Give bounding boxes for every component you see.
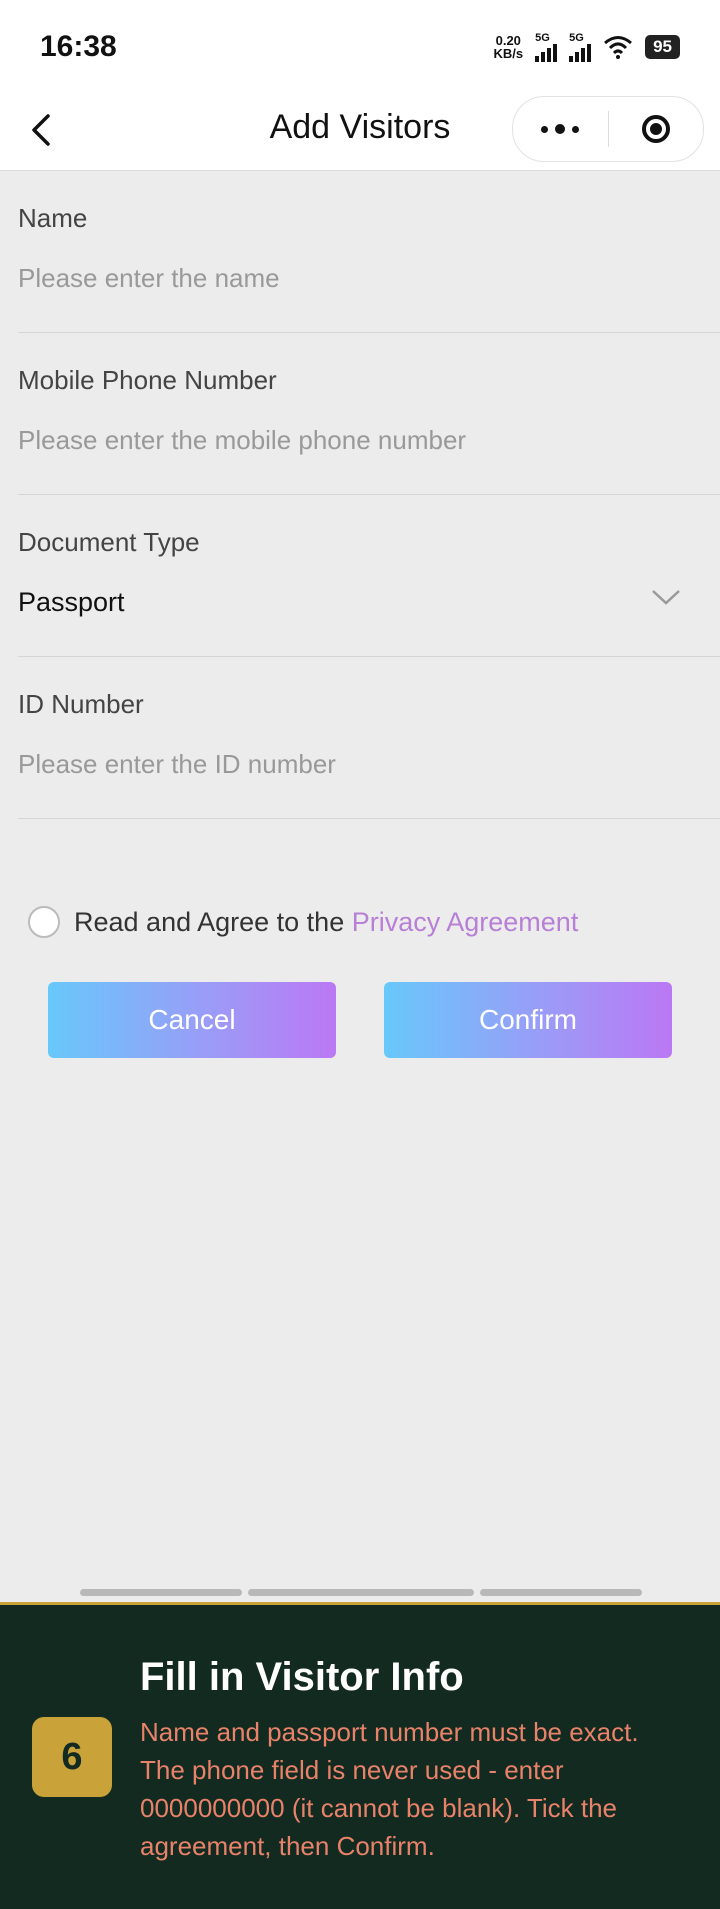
cancel-button[interactable]: Cancel: [48, 982, 336, 1058]
privacy-agreement-link[interactable]: Privacy Agreement: [352, 907, 579, 937]
visitor-form: Name Mobile Phone Number Document Type P…: [0, 171, 720, 819]
document-type-field[interactable]: Document Type Passport: [18, 495, 720, 657]
progress-segment: [480, 1589, 642, 1596]
id-number-field: ID Number: [18, 657, 720, 819]
phone-label: Mobile Phone Number: [18, 365, 277, 395]
phone-field: Mobile Phone Number: [18, 333, 720, 495]
mini-program-capsule: [512, 96, 704, 162]
name-input[interactable]: [18, 263, 698, 294]
status-indicators: 0.20 KB/s 5G 5G 95: [493, 32, 680, 62]
document-type-value[interactable]: Passport: [18, 587, 125, 618]
agreement-checkbox[interactable]: [28, 906, 60, 938]
wifi-icon: [604, 36, 633, 59]
confirm-button[interactable]: Confirm: [384, 982, 672, 1058]
name-label: Name: [18, 203, 88, 233]
instruction-body: Name and passport number must be exact. …: [140, 1717, 639, 1861]
target-icon: [641, 115, 670, 143]
name-field: Name: [18, 171, 720, 333]
signal-icon: 5G: [535, 32, 558, 62]
progress-segment: [80, 1589, 242, 1596]
network-speed: 0.20 KB/s: [493, 34, 523, 60]
agreement-text: Read and Agree to the: [74, 906, 352, 937]
chevron-down-icon[interactable]: [650, 585, 682, 609]
signal-icon: 5G: [569, 32, 592, 62]
sim1-label: 5G: [535, 32, 550, 44]
status-bar: 16:38 0.20 KB/s 5G 5G 95: [0, 0, 720, 90]
agreement-text-wrap: Read and Agree to the Privacy Agreement: [74, 907, 578, 938]
more-button[interactable]: [513, 97, 608, 161]
nav-bar: Add Visitors: [0, 90, 720, 171]
id-number-input[interactable]: [18, 749, 698, 780]
instruction-panel: 6 Fill in Visitor Info Name and passport…: [0, 1602, 720, 1909]
step-number-badge: 6: [32, 1717, 112, 1797]
privacy-agreement-row: Read and Agree to the Privacy Agreement: [28, 906, 578, 938]
progress-segment: [248, 1589, 474, 1596]
document-type-label: Document Type: [18, 527, 200, 557]
id-number-label: ID Number: [18, 689, 144, 719]
step-progress: [80, 1589, 642, 1596]
status-time: 16:38: [40, 30, 117, 63]
network-speed-unit: KB/s: [493, 46, 524, 61]
more-dots-icon: [541, 124, 580, 134]
battery-indicator: 95: [645, 35, 680, 59]
instruction-title: Fill in Visitor Info: [140, 1655, 464, 1699]
phone-input[interactable]: [18, 425, 698, 456]
sim2-label: 5G: [569, 32, 584, 44]
close-mini-program-button[interactable]: [609, 97, 704, 161]
